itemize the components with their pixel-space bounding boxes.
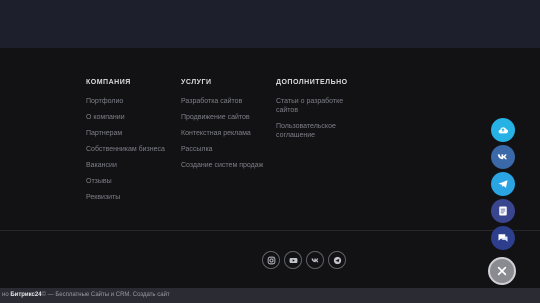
footer-link-context-ads[interactable]: Контекстная реклама [181,129,271,138]
telegram-icon[interactable] [328,251,346,269]
bitrix-credit-bar[interactable]: но Битрикс24© — Бесплатные Сайты и CRM. … [0,288,540,303]
footer-link-portfolio[interactable]: Портфолио [86,97,166,106]
column-title: УСЛУГИ [181,79,212,86]
footer-column-services: УСЛУГИ Разработка сайтов Продвижение сай… [181,79,271,177]
telegram-icon[interactable] [491,172,515,196]
cloud-icon[interactable] [491,118,515,142]
footer-link-partners[interactable]: Партнерам [86,129,166,138]
footer-column-company: КОМПАНИЯ Портфолио О компании Партнерам … [86,79,166,209]
youtube-icon[interactable] [284,251,302,269]
footer-link-articles[interactable]: Статьи о разработке сайтов [276,97,361,115]
hero-band [0,0,540,48]
column-title: КОМПАНИЯ [86,79,131,86]
form-icon[interactable] [491,199,515,223]
footer-link-web-development[interactable]: Разработка сайтов [181,97,271,106]
footer-link-user-agreement[interactable]: Пользовательское соглашение [276,122,361,140]
footer-link-mailing[interactable]: Рассылка [181,145,271,154]
footer-link-seo[interactable]: Продвижение сайтов [181,113,271,122]
vk-icon[interactable] [306,251,324,269]
footer-divider [0,230,540,231]
column-title: ДОПОЛНИТЕЛЬНО [276,79,348,86]
footer-column-additional: ДОПОЛНИТЕЛЬНО Статьи о разработке сайтов… [276,79,361,147]
social-links [262,251,346,269]
footer-link-requisites[interactable]: Реквизиты [86,193,166,202]
bitrix24-logo-text: Битрикс24 [10,292,42,298]
credit-text: © — Бесплатные Сайты и CRM. Создать сайт [41,292,170,298]
footer-link-sales-systems[interactable]: Создание систем продаж [181,161,271,170]
footer-link-vacancies[interactable]: Вакансии [86,161,166,170]
footer-link-reviews[interactable]: Отзывы [86,177,166,186]
chat-icon[interactable] [491,226,515,250]
footer-link-about[interactable]: О компании [86,113,166,122]
instagram-icon[interactable] [262,251,280,269]
close-icon[interactable] [488,257,516,285]
footer-link-business-owners[interactable]: Собственникам бизнеса [86,145,166,154]
contact-widget [491,118,515,253]
vk-icon[interactable] [491,145,515,169]
